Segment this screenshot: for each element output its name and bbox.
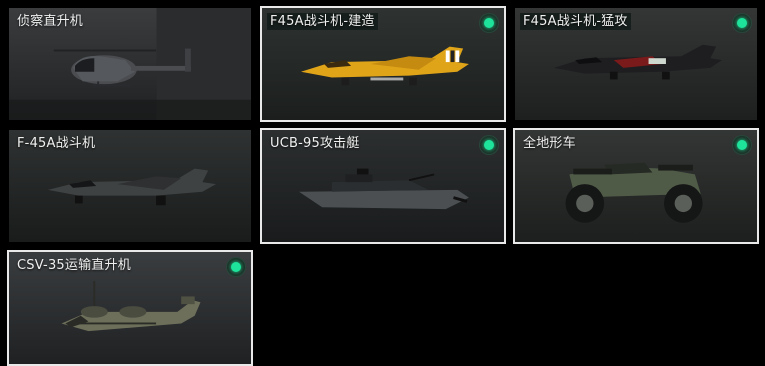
vehicle-card-f45a[interactable]: F-45A战斗机 xyxy=(7,128,253,244)
equipped-indicator xyxy=(227,258,245,276)
vehicle-card-scout-helicopter[interactable]: 侦察直升机 xyxy=(7,6,253,122)
vehicle-title: CSV-35运输直升机 xyxy=(17,258,131,273)
equipped-indicator xyxy=(733,136,751,154)
vehicle-title: 全地形车 xyxy=(523,136,576,151)
equipped-indicator xyxy=(733,14,751,32)
vehicle-title: F-45A战斗机 xyxy=(17,136,96,151)
vehicle-title: F45A战斗机-建造 xyxy=(267,13,378,30)
vehicle-card-f45a-build[interactable]: F45A战斗机-建造 xyxy=(260,6,506,122)
vehicle-card-f45a-assault[interactable]: F45A战斗机-猛攻 xyxy=(513,6,759,122)
vehicle-card-atv[interactable]: 全地形车 xyxy=(513,128,759,244)
vehicle-card-csv35-transport-helicopter[interactable]: CSV-35运输直升机 xyxy=(7,250,253,366)
vehicle-title: F45A战斗机-猛攻 xyxy=(520,13,631,30)
equipped-indicator xyxy=(480,14,498,32)
equipped-indicator xyxy=(480,136,498,154)
vehicle-title: 侦察直升机 xyxy=(17,14,84,29)
vehicle-card-ucb95-boat[interactable]: UCB-95攻击艇 xyxy=(260,128,506,244)
vehicle-title: UCB-95攻击艇 xyxy=(270,136,360,151)
